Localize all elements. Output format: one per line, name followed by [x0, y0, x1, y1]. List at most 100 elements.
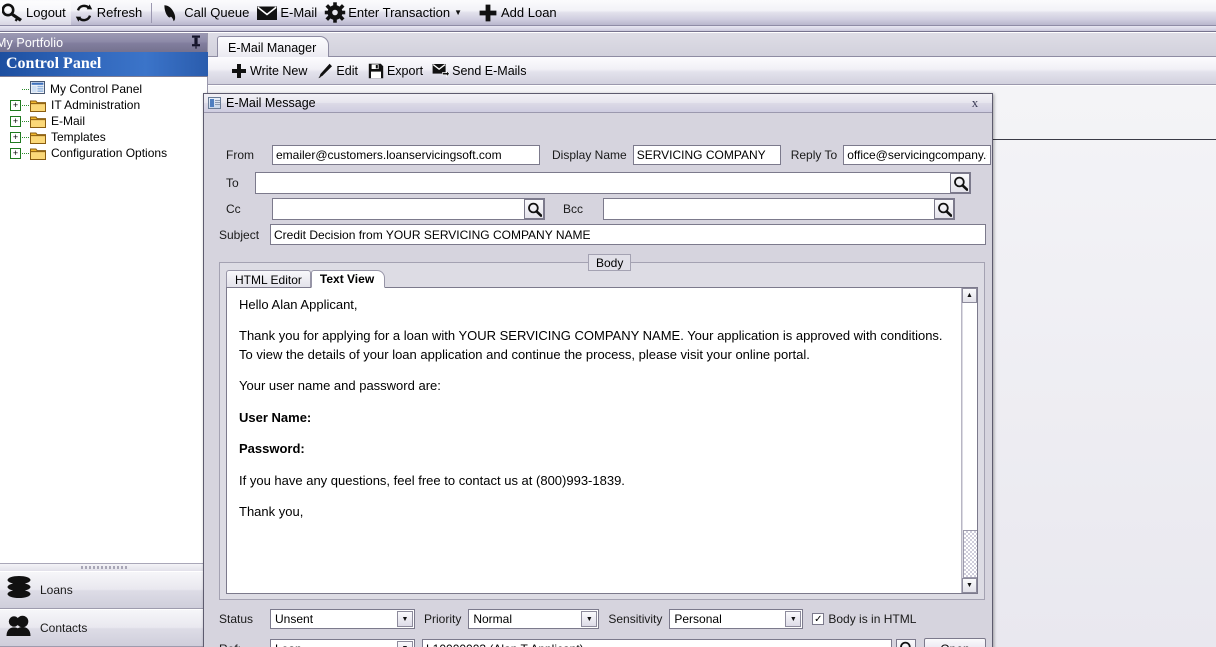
body-scrollbar[interactable]: ▲ ▼ [961, 288, 977, 593]
toolbar-separator [151, 2, 153, 23]
sidebar-item-label: My Control Panel [50, 82, 143, 96]
scrollbar-track[interactable] [962, 303, 977, 578]
sidebar-item-it-administration[interactable]: + IT Administration [4, 97, 207, 113]
display-name-input[interactable] [632, 145, 781, 165]
tab-label: HTML Editor [235, 272, 302, 287]
priority-label: Priority [424, 612, 462, 626]
phone-icon [160, 2, 182, 24]
sidebar-button-loans[interactable]: Loans [0, 571, 207, 609]
display-name-label: Display Name [552, 148, 627, 162]
envelope-icon [256, 2, 278, 24]
ref-search-icon[interactable] [896, 638, 916, 647]
expander-icon[interactable]: + [10, 99, 21, 111]
toolbar-button-export[interactable]: Export [365, 59, 430, 83]
dialog-body: From Display Name Reply To To [204, 114, 992, 647]
toolbar-button-call-queue[interactable]: Call Queue [158, 1, 254, 25]
open-button[interactable]: Open [924, 638, 986, 647]
toolbar-label-edit: Edit [336, 63, 358, 78]
toolbar-button-edit[interactable]: Edit [314, 59, 365, 83]
toolbar-button-add-loan[interactable]: Add Loan [475, 1, 562, 25]
cc-bcc-row: Cc Bcc [226, 198, 955, 220]
key-icon [2, 2, 24, 24]
folder-icon [30, 147, 46, 160]
main-toolbar: Logout Refresh Call Queue E-Mail Enter T… [0, 0, 1216, 26]
toolbar-button-send-emails[interactable]: Send E-Mails [430, 59, 533, 83]
chevron-down-icon[interactable]: ▼ [581, 611, 598, 627]
to-label: To [226, 176, 239, 190]
chevron-down-icon[interactable]: ▼ [450, 8, 470, 17]
tab-text-view[interactable]: Text View [310, 270, 386, 288]
reply-to-label: Reply To [790, 148, 838, 162]
tree-connector [22, 88, 29, 90]
sidebar-item-templates[interactable]: + Templates [4, 129, 207, 145]
body-editor[interactable]: Hello Alan Applicant, Thank you for appl… [226, 287, 978, 594]
contacts-icon [6, 614, 32, 643]
to-row: To [226, 172, 971, 194]
priority-select[interactable]: Normal ▼ [468, 609, 600, 629]
sidebar-splitter-grip[interactable] [0, 563, 207, 571]
subject-row: Subject [219, 224, 986, 245]
toolbar-button-logout[interactable]: Logout [0, 0, 71, 25]
sidebar-item-configuration-options[interactable]: + Configuration Options [4, 145, 207, 161]
database-icon [6, 575, 32, 606]
cc-label: Cc [226, 202, 241, 216]
sidebar-button-contacts[interactable]: Contacts [0, 609, 207, 647]
pin-icon[interactable] [191, 35, 201, 52]
ref-input[interactable] [422, 638, 892, 647]
toolbar-button-write-new[interactable]: Write New [228, 59, 314, 83]
tab-label: Text View [319, 272, 375, 286]
scrollbar-thumb[interactable] [963, 530, 977, 578]
chevron-down-icon[interactable]: ▼ [785, 611, 802, 627]
body-editor-text[interactable]: Hello Alan Applicant, Thank you for appl… [227, 288, 962, 593]
cc-input[interactable] [272, 198, 545, 220]
expander-icon[interactable]: + [10, 131, 21, 143]
tree-connector [22, 120, 29, 122]
close-icon[interactable]: x [960, 95, 990, 111]
tab-html-editor[interactable]: HTML Editor [226, 270, 311, 288]
to-search-icon[interactable] [950, 173, 970, 193]
dialog-titlebar[interactable]: E-Mail Message x [204, 94, 992, 113]
tree-connector [22, 136, 29, 138]
reply-to-input[interactable] [843, 145, 992, 165]
sidebar-item-label: E-Mail [51, 114, 86, 128]
body-is-html-checkbox[interactable]: ✓ [812, 613, 825, 625]
folder-icon [30, 115, 46, 128]
expander-icon[interactable]: + [10, 115, 21, 127]
toolbar-label-send-emails: Send E-Mails [452, 63, 527, 78]
bcc-search-icon[interactable] [934, 199, 954, 219]
body-groupbox: Body HTML Editor Text View Hello Alan Ap… [219, 254, 985, 600]
status-value: Unsent [275, 612, 314, 626]
workspace-tabstrip: E-Mail Manager [208, 33, 1216, 58]
tab-email-manager[interactable]: E-Mail Manager [217, 36, 330, 58]
from-input[interactable] [272, 145, 540, 165]
sensitivity-value: Personal [674, 612, 722, 626]
tab-label: E-Mail Manager [228, 40, 317, 55]
chevron-down-icon[interactable]: ▼ [397, 611, 413, 627]
bcc-input[interactable] [603, 198, 955, 220]
from-row: From Display Name Reply To [226, 145, 992, 165]
to-input[interactable] [255, 172, 971, 194]
toolbar-label-enter-transaction: Enter Transaction [348, 5, 451, 20]
toolbar-button-refresh[interactable]: Refresh [71, 1, 148, 25]
sidebar-item-email[interactable]: + E-Mail [4, 113, 207, 129]
scroll-up-icon[interactable]: ▲ [962, 288, 977, 303]
subject-input[interactable] [270, 224, 986, 245]
toolbar-label-call-queue: Call Queue [184, 5, 250, 20]
gear-icon [324, 2, 346, 24]
folder-icon [30, 99, 46, 112]
plus-icon [230, 62, 248, 80]
cc-search-icon[interactable] [524, 199, 544, 219]
status-select[interactable]: Unsent ▼ [270, 609, 415, 629]
sensitivity-select[interactable]: Personal ▼ [669, 609, 804, 629]
toolbar-button-email[interactable]: E-Mail [254, 1, 322, 25]
ref-type-select[interactable]: Loan ▼ [270, 638, 415, 647]
body-paragraph: Thank you, [239, 504, 304, 520]
scroll-down-icon[interactable]: ▼ [962, 578, 977, 593]
sidebar-item-my-control-panel[interactable]: My Control Panel [4, 81, 207, 97]
body-groupbox-legend: Body [588, 254, 632, 271]
toolbar-label-refresh: Refresh [96, 5, 143, 20]
toolbar-underband [0, 26, 1216, 32]
toolbar-button-enter-transaction[interactable]: Enter Transaction ▼ [322, 1, 475, 25]
expander-icon[interactable]: + [10, 147, 21, 159]
chevron-down-icon[interactable]: ▼ [397, 640, 413, 647]
